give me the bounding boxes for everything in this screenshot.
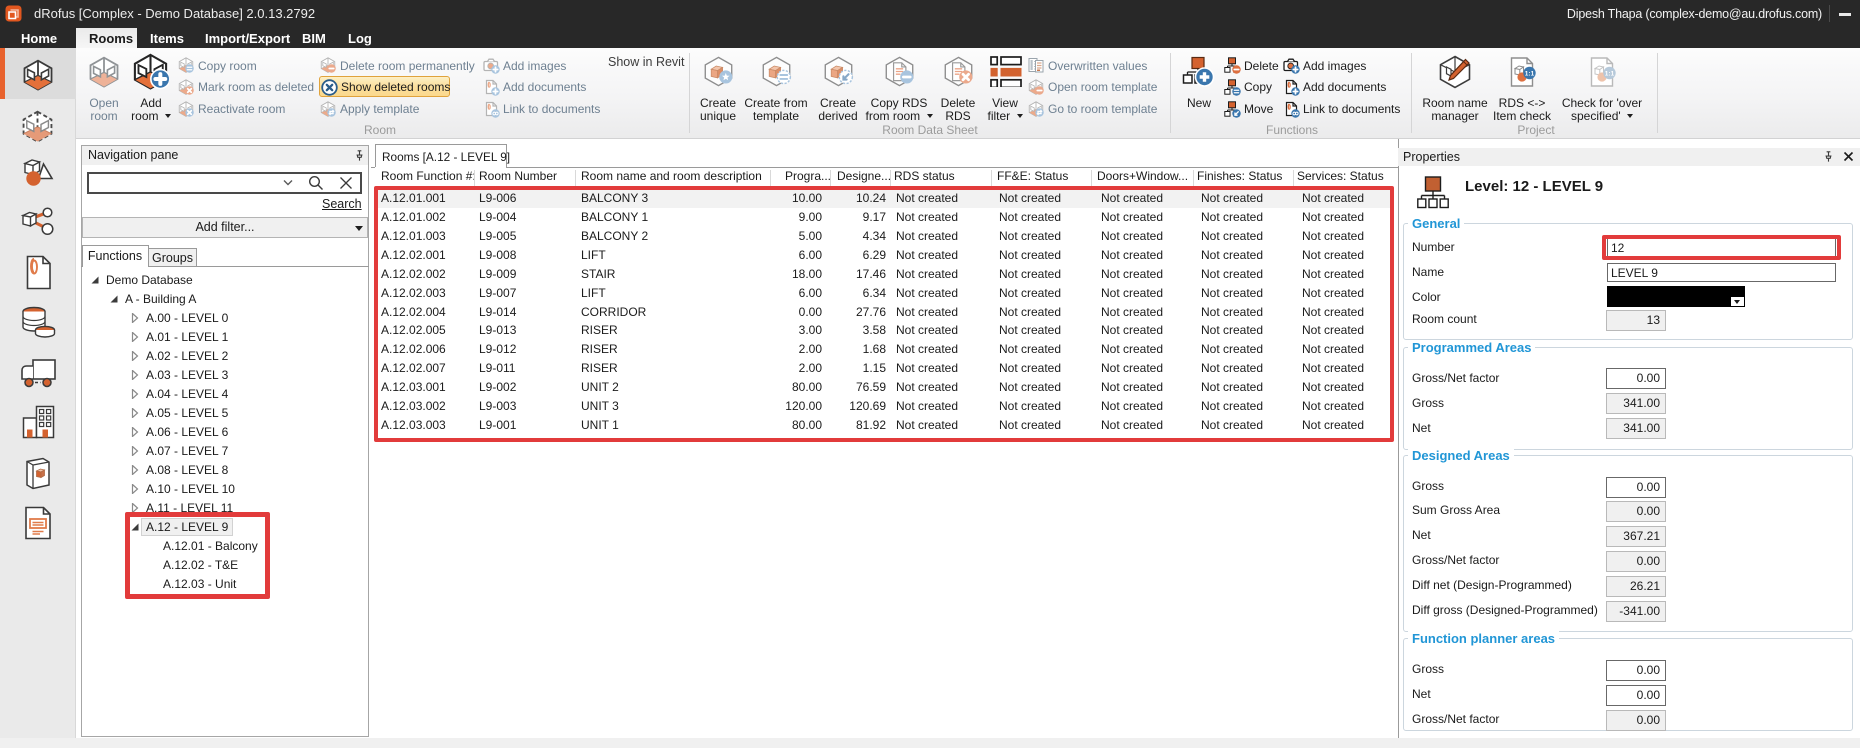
svg-text:1:1: 1:1	[1525, 70, 1535, 77]
svg-text:1:1: 1:1	[1605, 70, 1615, 77]
